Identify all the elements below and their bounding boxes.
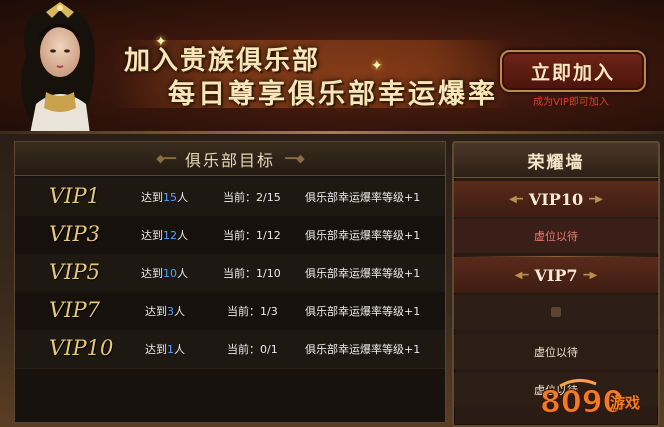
sparkle-icon: ✦: [371, 58, 383, 74]
requirement-count: 10: [163, 267, 177, 280]
requirement-count: 12: [163, 229, 177, 242]
member-requirement: 达到15人: [141, 189, 188, 205]
requirement-prefix: 达到: [141, 267, 163, 280]
requirement-suffix: 人: [174, 343, 185, 356]
honor-rank-vip7-label: VIP7: [534, 265, 578, 285]
reward-description: 俱乐部幸运爆率等级+1: [305, 229, 421, 242]
character-portrait: [21, 2, 95, 133]
club-targets-panel: ◆━━ 俱乐部目标 ━━◆ VIP1 达到15人 当前：2/15 俱乐部幸运爆率等级+…: [14, 141, 446, 423]
honor-slot-vip7-1: [454, 295, 658, 329]
current-progress: 当前：1/3: [227, 305, 278, 318]
requirement-prefix: 达到: [145, 343, 167, 356]
vip-level-label: VIP1: [49, 184, 100, 208]
current-progress: 当前：0/1: [227, 343, 278, 356]
club-target-row: VIP7 达到3人 当前：1/3 俱乐部幸运爆率等级+1: [15, 292, 445, 331]
requirement-suffix: 人: [174, 305, 185, 318]
club-targets-header: ◆━━ 俱乐部目标 ━━◆: [15, 142, 445, 176]
ornament-icon: ◆━━: [156, 152, 176, 165]
requirement-count: 1: [167, 343, 174, 356]
member-requirement: 达到3人: [145, 303, 185, 319]
blurred-name-placeholder: [551, 307, 561, 317]
requirement-prefix: 达到: [145, 305, 167, 318]
vip-level-label: VIP7: [49, 298, 100, 322]
honor-slot-vip7-2: 虚位以待: [454, 335, 658, 369]
requirement-suffix: 人: [177, 229, 188, 242]
honor-rank-vip10: ◀━ VIP10 ━▶: [454, 181, 658, 217]
member-requirement: 达到10人: [141, 265, 188, 281]
current-progress: 当前：1/12: [223, 229, 281, 242]
reward-description: 俱乐部幸运爆率等级+1: [305, 343, 421, 356]
current-progress: 当前：2/15: [223, 191, 281, 204]
requirement-count: 15: [163, 191, 177, 204]
sparkle-icon: ✦: [155, 34, 167, 50]
club-targets-title: 俱乐部目标: [184, 150, 275, 170]
watermark-brand-text: 游戏: [610, 394, 641, 412]
join-now-button[interactable]: 立即加入: [500, 50, 646, 92]
current-progress: 当前：1/10: [223, 267, 281, 280]
vip-club-banner: 加入贵族俱乐部 每日尊享俱乐部幸运爆率 ✦ ✦ 立即加入 成为VIP即可加入: [0, 0, 664, 133]
member-requirement: 达到1人: [145, 341, 185, 357]
requirement-prefix: 达到: [141, 191, 163, 204]
honor-wall-title: 荣耀墙: [454, 143, 658, 178]
banner-subtitle: 每日尊享俱乐部幸运爆率: [168, 79, 498, 110]
reward-description: 俱乐部幸运爆率等级+1: [305, 267, 421, 280]
wing-right-icon: ━▶: [589, 193, 603, 205]
reward-description: 俱乐部幸运爆率等级+1: [305, 191, 421, 204]
ornament-icon: ━━◆: [285, 152, 305, 165]
club-target-row: VIP1 达到15人 当前：2/15 俱乐部幸运爆率等级+1: [15, 178, 445, 217]
honor-rank-vip7: ◀━ VIP7 ━▶: [454, 257, 658, 293]
member-requirement: 达到12人: [141, 227, 188, 243]
vip-level-label: VIP3: [49, 222, 100, 246]
wing-right-icon: ━▶: [583, 269, 598, 281]
honor-rank-vip10-label: VIP10: [528, 189, 584, 209]
club-target-row: VIP10 达到1人 当前：0/1 俱乐部幸运爆率等级+1: [15, 330, 445, 369]
vip-level-label: VIP10: [49, 336, 114, 360]
vip-level-label: VIP5: [49, 260, 100, 284]
honor-slot-vip10: 虚位以待: [454, 219, 658, 253]
requirement-suffix: 人: [177, 191, 188, 204]
wing-left-icon: ◀━: [509, 193, 523, 205]
wing-left-icon: ◀━: [514, 269, 529, 281]
club-target-row: VIP3 达到12人 当前：1/12 俱乐部幸运爆率等级+1: [15, 216, 445, 255]
requirement-suffix: 人: [177, 267, 188, 280]
requirement-prefix: 达到: [141, 229, 163, 242]
honor-wall-panel: 荣耀墙 ◀━ VIP10 ━▶ 虚位以待 ◀━ VIP7 ━▶ 虚位以待 虚位以…: [452, 141, 660, 427]
club-target-row: VIP5 达到10人 当前：1/10 俱乐部幸运爆率等级+1: [15, 254, 445, 293]
requirement-count: 3: [167, 305, 174, 318]
reward-description: 俱乐部幸运爆率等级+1: [305, 305, 421, 318]
join-requirement-note: 成为VIP即可加入: [533, 97, 609, 108]
